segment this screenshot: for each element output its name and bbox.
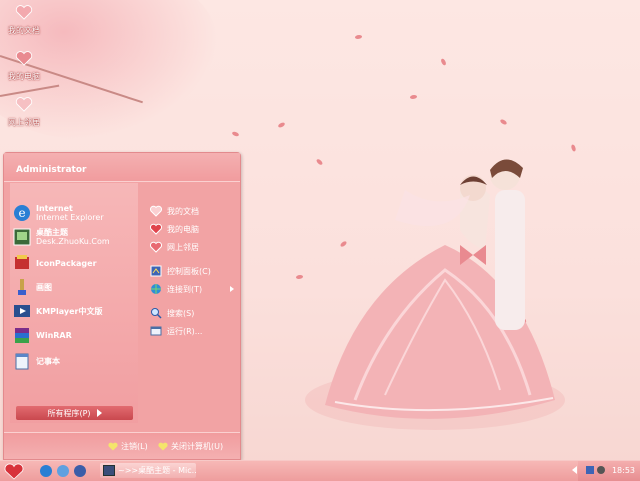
menu-item-label: 连接到(T) bbox=[167, 284, 203, 294]
arrow-right-icon bbox=[96, 409, 102, 417]
menu-item-label: 搜索(S) bbox=[167, 308, 195, 318]
desktop-icon-my-documents[interactable]: 我的文档 bbox=[4, 4, 44, 36]
menu-item-title: 记事本 bbox=[36, 356, 60, 366]
petal-decoration bbox=[231, 130, 240, 138]
menu-item-subtitle: Desk.ZhuoKu.Com bbox=[36, 237, 110, 246]
menu-item-label: 我的电脑 bbox=[167, 224, 199, 234]
petal-decoration bbox=[277, 121, 286, 129]
menu-item-title: 画图 bbox=[36, 282, 52, 292]
menu-item-title: Internet bbox=[36, 204, 73, 213]
start-menu: Administrator e Internet Internet Explor… bbox=[3, 152, 241, 460]
menu-item-run[interactable]: 运行(R)... bbox=[150, 325, 202, 337]
menu-item-title: WinRAR bbox=[36, 330, 72, 340]
menu-item-iconpackager[interactable]: IconPackager bbox=[12, 253, 97, 273]
tray-volume-icon[interactable] bbox=[597, 466, 605, 474]
logoff-button[interactable]: 注销(L) bbox=[108, 441, 148, 452]
quicklaunch-media-icon[interactable] bbox=[74, 465, 86, 477]
desktop-icon-label: 我的文档 bbox=[8, 26, 40, 35]
menu-item-label: 我的文档 bbox=[167, 206, 199, 216]
quicklaunch-browser-icon[interactable] bbox=[57, 465, 69, 477]
connect-to-icon bbox=[151, 284, 161, 294]
run-icon bbox=[150, 326, 162, 336]
menu-item-title: 桌酷主题 bbox=[36, 228, 68, 237]
system-tray: 18:53 bbox=[572, 461, 640, 481]
menu-item-title: IconPackager bbox=[36, 258, 97, 268]
petal-decoration bbox=[499, 118, 508, 126]
menu-item-winrar[interactable]: WinRAR bbox=[12, 325, 72, 345]
all-programs-label: 所有程序(P) bbox=[47, 408, 91, 418]
winrar-icon bbox=[15, 328, 29, 343]
heart-shutdown-icon bbox=[158, 442, 168, 451]
taskbar-window-button[interactable]: ~>>桌酷主题 - Mic... bbox=[100, 463, 196, 478]
clock: 18:53 bbox=[611, 466, 635, 475]
start-menu-footer: 注销(L) 关闭计算机(U) bbox=[4, 432, 240, 459]
paint-icon bbox=[18, 279, 26, 295]
heart-network-icon bbox=[150, 241, 162, 253]
kmplayer-icon bbox=[14, 305, 30, 317]
submenu-arrow-icon bbox=[230, 286, 234, 292]
taskbar: ~>>桌酷主题 - Mic... 18:53 bbox=[0, 460, 640, 481]
svg-text:e: e bbox=[18, 206, 25, 220]
desktop-icon-label: 网上邻居 bbox=[8, 118, 40, 127]
logoff-label: 注销(L) bbox=[121, 442, 148, 451]
heart-network-icon bbox=[15, 97, 33, 112]
menu-item-label: 控制面板(C) bbox=[167, 266, 211, 276]
menu-item-my-documents[interactable]: 我的文档 bbox=[150, 205, 199, 217]
menu-item-title: KMPlayer中文版 bbox=[36, 306, 103, 316]
taskbar-window-label: ~>>桌酷主题 - Mic... bbox=[118, 466, 196, 475]
menu-item-notepad[interactable]: 记事本 bbox=[12, 351, 60, 371]
notepad-icon bbox=[15, 353, 29, 370]
menu-item-network[interactable]: 网上邻居 bbox=[150, 241, 199, 253]
menu-item-search[interactable]: 搜索(S) bbox=[150, 307, 194, 319]
desktop-icon-my-computer[interactable]: 我的电脑 bbox=[4, 50, 44, 82]
menu-item-subtitle: Internet Explorer bbox=[36, 213, 104, 222]
heart-logoff-icon bbox=[108, 442, 118, 451]
all-programs-button[interactable]: 所有程序(P) bbox=[16, 406, 133, 420]
tray-network-icon[interactable] bbox=[586, 466, 594, 474]
desktop-icon-label: 我的电脑 bbox=[8, 72, 40, 81]
window-app-icon bbox=[103, 465, 115, 476]
shutdown-button[interactable]: 关闭计算机(U) bbox=[158, 441, 223, 452]
search-icon bbox=[151, 308, 162, 319]
iconpackager-icon bbox=[15, 255, 29, 269]
heart-documents-icon bbox=[150, 205, 162, 217]
menu-item-connect-to[interactable]: 连接到(T) bbox=[150, 283, 234, 295]
control-panel-icon bbox=[150, 265, 162, 277]
desktop-icon-network[interactable]: 网上邻居 bbox=[4, 96, 44, 128]
wedding-couple-illustration bbox=[305, 159, 565, 430]
zhuoku-theme-icon bbox=[13, 228, 31, 246]
heart-computer-icon bbox=[15, 51, 33, 66]
start-button-heart-icon[interactable] bbox=[4, 463, 24, 480]
menu-item-internet[interactable]: e Internet Internet Explorer bbox=[12, 203, 104, 223]
menu-item-paint[interactable]: 画图 bbox=[12, 277, 52, 297]
petal-decoration bbox=[410, 95, 417, 99]
tray-arrow-icon[interactable] bbox=[572, 466, 577, 474]
heart-computer-icon bbox=[150, 223, 162, 235]
petal-decoration bbox=[440, 58, 447, 66]
petal-decoration bbox=[355, 35, 362, 39]
user-name: Administrator bbox=[16, 165, 87, 175]
menu-item-zhuoku[interactable]: 桌酷主题 Desk.ZhuoKu.Com bbox=[12, 227, 110, 247]
menu-item-label: 运行(R)... bbox=[167, 326, 203, 336]
quicklaunch-ie-icon[interactable] bbox=[40, 465, 52, 477]
heart-folder-icon bbox=[15, 5, 33, 20]
menu-item-control-panel[interactable]: 控制面板(C) bbox=[150, 265, 211, 277]
menu-item-my-computer[interactable]: 我的电脑 bbox=[150, 223, 199, 235]
menu-item-kmplayer[interactable]: KMPlayer中文版 bbox=[12, 301, 103, 321]
menu-item-label: 网上邻居 bbox=[167, 242, 199, 252]
shutdown-label: 关闭计算机(U) bbox=[171, 442, 224, 451]
internet-explorer-icon: e bbox=[14, 205, 30, 221]
